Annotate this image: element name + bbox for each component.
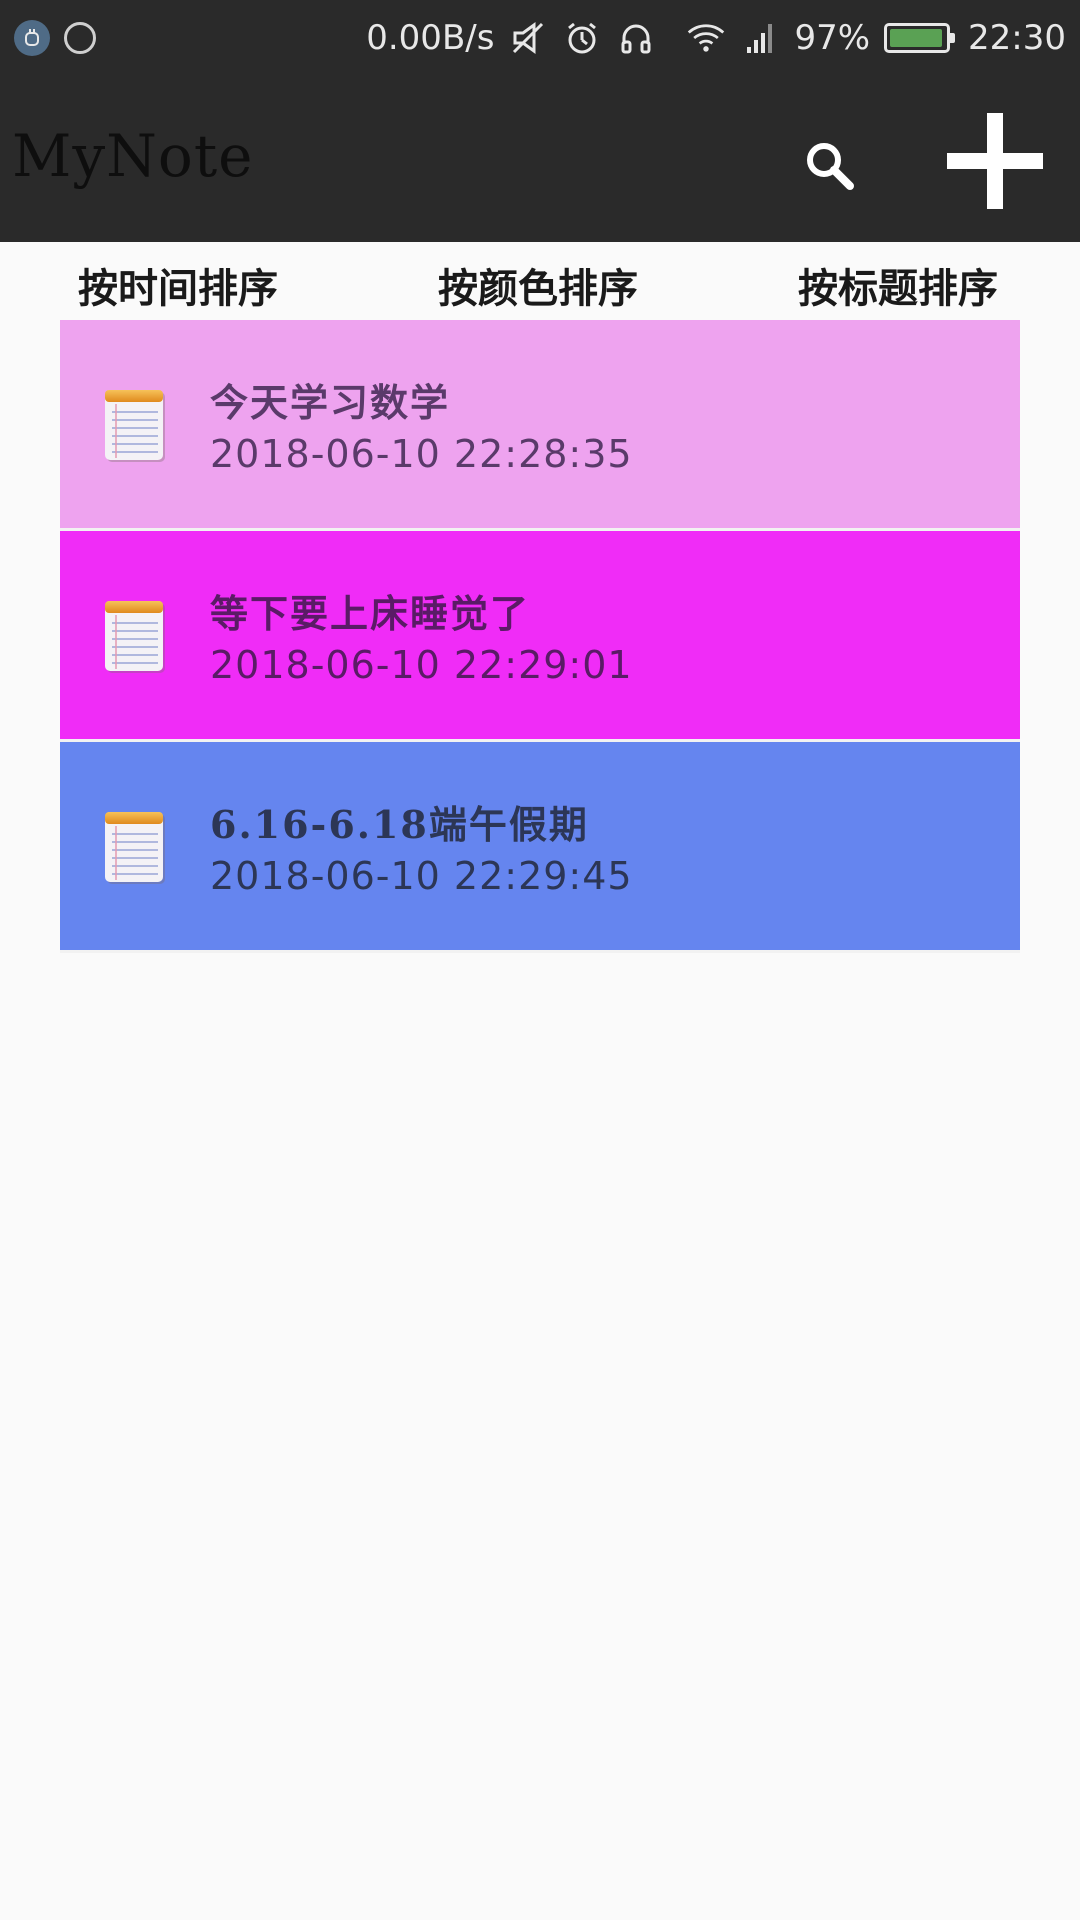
notification-icon	[14, 20, 50, 56]
battery-percent: 97%	[794, 18, 871, 58]
note-title: 6.16-6.18端午假期	[210, 802, 589, 847]
note-timestamp: 2018-06-10 22:29:01	[210, 643, 633, 687]
app-icon	[64, 22, 96, 54]
search-icon	[807, 143, 854, 190]
note-item[interactable]: 等下要上床睡觉了 2018-06-10 22:29:01	[60, 531, 1020, 742]
status-bar: 0.00B/s 97% 22:30	[0, 0, 1080, 76]
clock: 22:30	[968, 18, 1066, 58]
sort-by-color-tab[interactable]: 按颜色排序	[438, 256, 638, 314]
battery-level	[890, 29, 943, 47]
note-list: 今天学习数学 2018-06-10 22:28:35 等下要上床睡觉了 2018…	[60, 320, 1020, 953]
notepad-icon	[105, 390, 165, 462]
note-item[interactable]: 今天学习数学 2018-06-10 22:28:35	[60, 320, 1020, 531]
headset-icon	[616, 18, 656, 58]
battery-icon	[884, 23, 956, 53]
note-title: 今天学习数学	[210, 380, 451, 425]
note-item[interactable]: 6.16-6.18端午假期 2018-06-10 22:29:45	[60, 742, 1020, 953]
signal-icon	[740, 18, 780, 58]
sort-bar: 按时间排序 按颜色排序 按标题排序	[0, 242, 1080, 320]
app-title: MyNote	[12, 122, 254, 190]
network-speed: 0.00B/s	[366, 18, 495, 58]
notepad-icon	[105, 601, 165, 673]
screen: 0.00B/s 97% 22:30 MyNote 按时间排序 按颜色排序 按标题…	[0, 0, 1080, 1920]
note-timestamp: 2018-06-10 22:28:35	[210, 432, 633, 476]
mute-icon	[508, 18, 548, 58]
app-bar: MyNote	[0, 76, 1080, 242]
sort-by-time-tab[interactable]: 按时间排序	[78, 256, 278, 314]
alarm-icon	[562, 18, 602, 58]
add-icon	[947, 113, 1043, 209]
add-note-button[interactable]	[940, 106, 1050, 216]
notepad-icon	[105, 812, 165, 884]
note-title: 等下要上床睡觉了	[210, 591, 531, 636]
sort-by-title-tab[interactable]: 按标题排序	[798, 256, 998, 314]
note-timestamp: 2018-06-10 22:29:45	[210, 854, 633, 898]
wifi-icon	[686, 18, 726, 58]
search-button[interactable]	[790, 126, 870, 206]
